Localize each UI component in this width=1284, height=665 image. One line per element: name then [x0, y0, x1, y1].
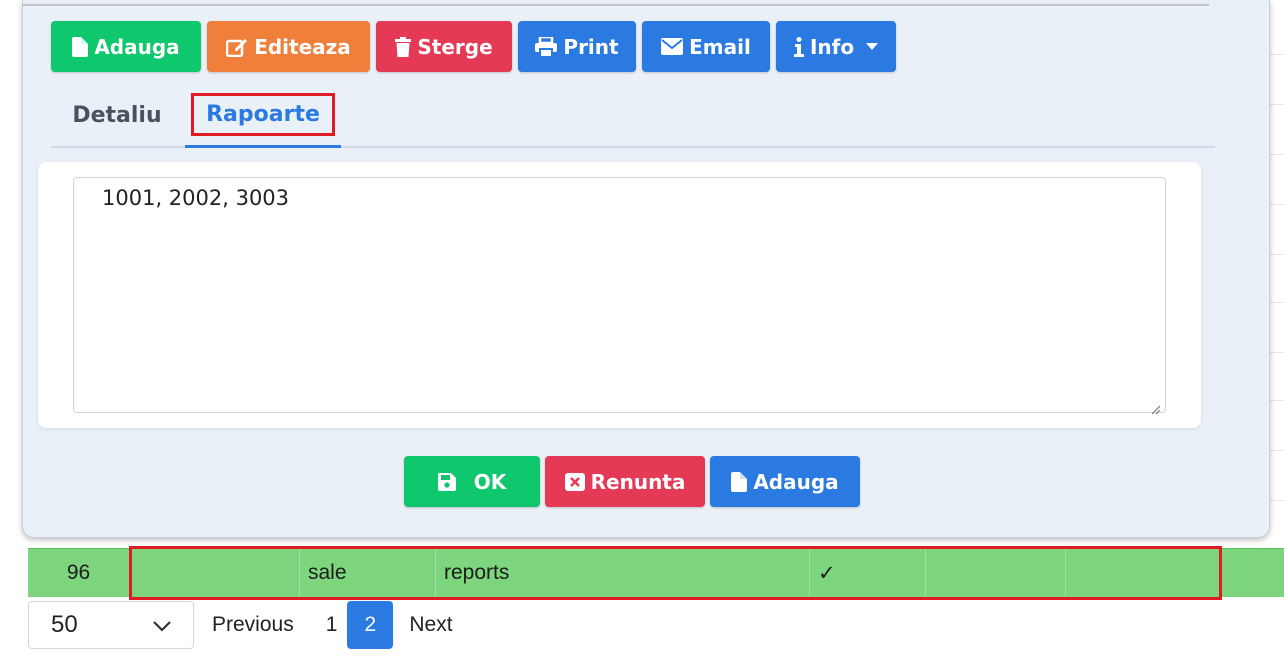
file-icon [731, 471, 748, 492]
table-row[interactable]: 96 sale reports ✓ [28, 548, 1284, 597]
delete-button-label: Sterge [417, 34, 493, 59]
page-link-1[interactable]: 1 [316, 601, 348, 649]
table-cell-category: reports [436, 549, 810, 597]
table-cell [130, 549, 300, 597]
tab-detaliu[interactable]: Detaliu [65, 84, 169, 146]
table-cell-id: 96 [28, 549, 130, 597]
next-page-link[interactable]: Next [399, 601, 462, 649]
print-icon [535, 36, 558, 57]
ok-button[interactable]: OK [404, 456, 540, 507]
email-button-label: Email [689, 34, 751, 59]
cancel-button-label: Renunta [590, 469, 686, 494]
modal-scrollbar[interactable] [1267, 6, 1269, 536]
modal-footer-buttons: OK Renunta Adauga [404, 456, 860, 507]
tab-detaliu-label: Detaliu [72, 102, 162, 128]
page-size-select[interactable]: 50 [28, 601, 194, 649]
footer-add-button[interactable]: Adauga [710, 456, 860, 507]
info-button-label: Info [809, 34, 855, 59]
page-size-value: 50 [51, 611, 78, 638]
table-cell [926, 549, 1066, 597]
record-modal: Adauga Editeaza Sterge Print Email Info … [22, 0, 1270, 538]
tab-rapoarte[interactable]: Rapoarte [185, 84, 341, 148]
email-button[interactable]: Email [642, 21, 770, 72]
file-icon [72, 36, 89, 57]
page-link-2-active[interactable]: 2 [347, 601, 394, 649]
envelope-icon [661, 38, 684, 55]
modal-top-border [23, 0, 1209, 6]
save-icon [437, 472, 456, 491]
chevron-down-icon [153, 611, 171, 639]
info-dropdown-button[interactable]: Info [776, 21, 896, 72]
add-button-label: Adauga [94, 34, 180, 59]
print-button[interactable]: Print [518, 21, 636, 72]
scroll-up-icon[interactable] [1267, 6, 1269, 24]
edit-icon [226, 37, 248, 57]
delete-button[interactable]: Sterge [376, 21, 512, 72]
tab-rapoarte-label: Rapoarte [191, 93, 335, 136]
ok-button-label: OK [473, 469, 507, 494]
reports-textarea[interactable]: 1001, 2002, 3003 [73, 177, 1166, 415]
edit-button-label: Editeaza [254, 34, 351, 59]
caret-down-icon [866, 43, 879, 50]
cancel-button[interactable]: Renunta [545, 456, 705, 507]
info-icon [793, 36, 804, 57]
add-button[interactable]: Adauga [51, 21, 201, 72]
resize-grip-icon[interactable] [1149, 396, 1161, 415]
reports-card: 1001, 2002, 3003 [38, 162, 1201, 428]
modal-tabs: Detaliu Rapoarte [51, 84, 1215, 148]
reports-textarea-value: 1001, 2002, 3003 [102, 186, 290, 210]
footer-add-button-label: Adauga [753, 469, 839, 494]
print-button-label: Print [563, 34, 619, 59]
table-cell [1066, 549, 1221, 597]
previous-page-link[interactable]: Previous [202, 601, 304, 649]
edit-button[interactable]: Editeaza [207, 21, 370, 72]
trash-icon [395, 36, 412, 57]
table-cell-check: ✓ [810, 549, 926, 597]
modal-toolbar: Adauga Editeaza Sterge Print Email Info [51, 21, 896, 72]
close-box-icon [564, 472, 585, 491]
pagination: 50 Previous 1 2 Next [28, 601, 463, 649]
table-cell-type: sale [300, 549, 436, 597]
